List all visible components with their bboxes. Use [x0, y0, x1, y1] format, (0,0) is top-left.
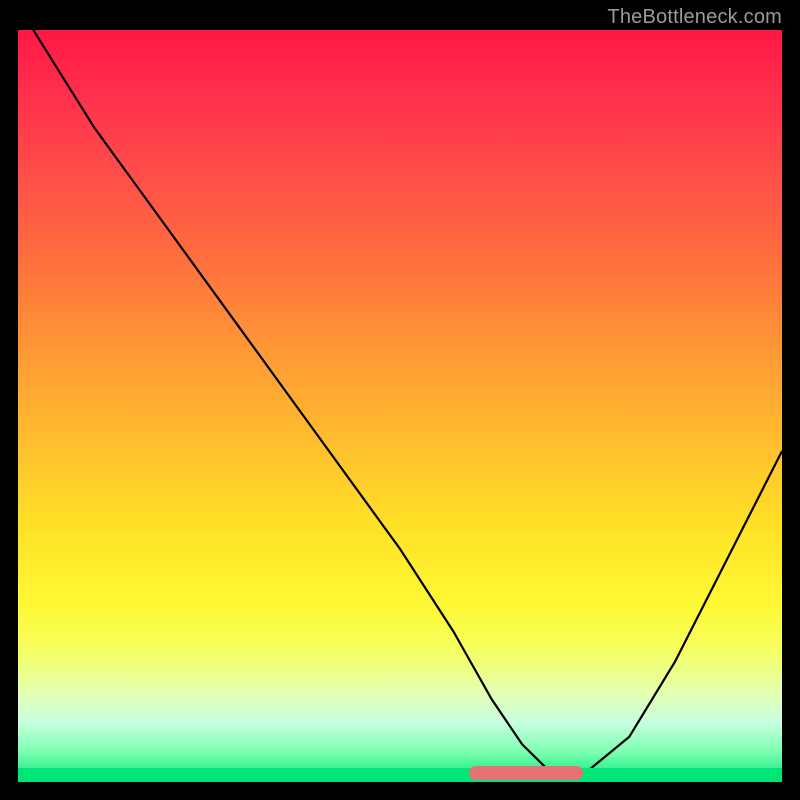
watermark-text: TheBottleneck.com — [607, 6, 782, 29]
optimal-band — [18, 768, 782, 782]
bottleneck-curve — [18, 30, 782, 782]
highlight-segment — [469, 766, 584, 780]
chart-frame — [18, 30, 782, 782]
